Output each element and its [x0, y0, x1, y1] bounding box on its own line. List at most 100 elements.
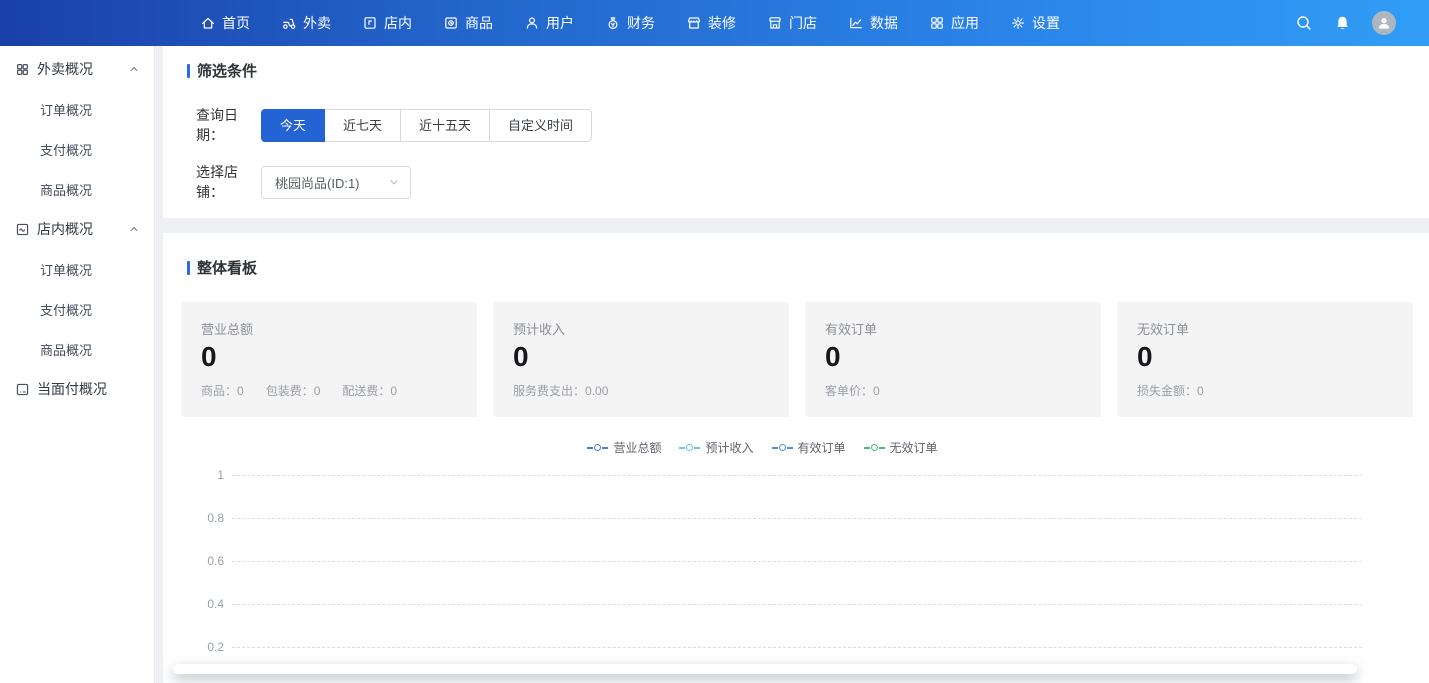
sidebar-group-instore-overview[interactable]: 店内概况	[0, 209, 154, 249]
nav-item-instore[interactable]: 店内	[362, 13, 412, 33]
stores-icon	[767, 15, 783, 31]
grid-icon	[15, 62, 30, 77]
date-filter-label: 查询日期：	[196, 105, 261, 145]
stat-title: 营业总额	[201, 319, 457, 338]
nav-item-settings[interactable]: 设置	[1010, 13, 1060, 33]
stat-details: 商品：0 包装费：0 配送费：0	[201, 382, 457, 399]
shop-select[interactable]: 桃园尚品(ID:1)	[261, 166, 411, 199]
stat-card-row: 营业总额 0 商品：0 包装费：0 配送费：0 预计收入 0 服务费支出：0.0…	[181, 302, 1413, 417]
date-range-button-group: 今天 近七天 近十五天 自定义时间	[261, 109, 592, 142]
stat-card-valid-orders: 有效订单 0 客单价：0	[805, 302, 1101, 417]
date-option-custom-button[interactable]: 自定义时间	[489, 109, 592, 142]
nav-item-home[interactable]: 首页	[200, 13, 250, 33]
overview-board-section: 整体看板 营业总额 0 商品：0 包装费：0 配送费：0 预计收入 0 服务费支…	[163, 233, 1429, 683]
users-icon	[524, 15, 540, 31]
bell-icon[interactable]	[1334, 15, 1351, 32]
date-option-7days-button[interactable]: 近七天	[324, 109, 401, 142]
y-tick-label: 0.4	[200, 597, 232, 611]
shop-filter-row: 选择店铺： 桃园尚品(ID:1)	[196, 162, 1429, 202]
nav-item-data[interactable]: 数据	[848, 13, 898, 33]
stat-card-invalid-orders: 无效订单 0 损失金额：0	[1117, 302, 1413, 417]
y-tick-label: 0.8	[200, 511, 232, 525]
sidebar-group-takeaway-overview[interactable]: 外卖概况	[0, 49, 154, 89]
sidebar-group-label: 店内概况	[37, 219, 128, 239]
nav-item-goods[interactable]: 商品	[443, 13, 493, 33]
takeaway-icon	[281, 15, 297, 31]
instore-icon	[362, 15, 378, 31]
sidebar-item-instore-payments[interactable]: 支付概况	[0, 289, 154, 329]
nav-item-apps[interactable]: 应用	[929, 13, 979, 33]
section-accent-bar	[187, 64, 190, 78]
y-gridline: 0.2	[200, 640, 1362, 654]
y-gridline: 0.8	[200, 511, 1362, 525]
stat-title: 有效订单	[825, 319, 1081, 338]
nav-item-decorate[interactable]: 装修	[686, 13, 736, 33]
date-option-today-button[interactable]: 今天	[261, 109, 325, 142]
date-option-15days-button[interactable]: 近十五天	[400, 109, 490, 142]
stat-title: 无效订单	[1137, 319, 1393, 338]
nav-menu: 首页 外卖 店内 商品 用户 财务 装修 门店	[200, 0, 1060, 46]
nav-item-takeaway[interactable]: 外卖	[281, 13, 331, 33]
navbar-right	[1295, 0, 1396, 46]
shop-select-value: 桃园尚品(ID:1)	[275, 173, 360, 192]
line-marker-icon	[679, 444, 700, 451]
stat-card-revenue: 营业总额 0 商品：0 包装费：0 配送费：0	[181, 302, 477, 417]
y-tick-label: 1	[200, 468, 232, 482]
data-icon	[848, 15, 864, 31]
sidebar-item-takeaway-goods[interactable]: 商品概况	[0, 169, 154, 209]
nav-label: 首页	[222, 13, 250, 33]
nav-label: 设置	[1032, 13, 1060, 33]
nav-item-stores[interactable]: 门店	[767, 13, 817, 33]
nav-label: 数据	[870, 13, 898, 33]
nav-label: 店内	[384, 13, 412, 33]
stat-details: 损失金额：0	[1137, 382, 1393, 399]
nav-item-users[interactable]: 用户	[524, 13, 574, 33]
stat-value: 0	[513, 341, 769, 373]
chevron-down-icon	[388, 176, 400, 188]
legend-item-expected-income[interactable]: 预计收入	[679, 439, 753, 456]
stat-details: 服务费支出：0.00	[513, 382, 769, 399]
goods-icon	[443, 15, 459, 31]
y-tick-label: 0.2	[200, 640, 232, 654]
stat-details: 客单价：0	[825, 382, 1081, 399]
legend-item-valid-orders[interactable]: 有效订单	[772, 439, 846, 456]
avatar[interactable]	[1372, 11, 1396, 35]
search-icon[interactable]	[1295, 14, 1313, 32]
finance-icon	[605, 15, 621, 31]
nav-label: 装修	[708, 13, 736, 33]
sidebar-item-takeaway-payments[interactable]: 支付概况	[0, 129, 154, 169]
stat-value: 0	[201, 341, 457, 373]
date-filter-row: 查询日期： 今天 近七天 近十五天 自定义时间	[196, 105, 1429, 145]
shop-filter-label: 选择店铺：	[196, 162, 261, 202]
card-bottom-shadow	[173, 664, 1357, 674]
chart-legend: 营业总额 预计收入 有效订单 无效订单	[163, 439, 1362, 456]
nav-label: 商品	[465, 13, 493, 33]
legend-item-invalid-orders[interactable]: 无效订单	[864, 439, 938, 456]
nav-label: 用户	[546, 13, 574, 33]
stat-value: 0	[825, 341, 1081, 373]
section-accent-bar	[187, 261, 190, 275]
decorate-icon	[686, 15, 702, 31]
nav-label: 应用	[951, 13, 979, 33]
chevron-up-icon	[128, 63, 140, 75]
facepay-icon	[15, 382, 30, 397]
sidebar-item-takeaway-orders[interactable]: 订单概况	[0, 89, 154, 129]
line-marker-icon	[772, 444, 793, 451]
y-gridline: 1	[200, 468, 1362, 482]
filter-section-title: 筛选条件	[187, 46, 1429, 81]
stat-card-expected-income: 预计收入 0 服务费支出：0.00	[493, 302, 789, 417]
nav-label: 财务	[627, 13, 655, 33]
sidebar-item-instore-orders[interactable]: 订单概况	[0, 249, 154, 289]
legend-item-revenue[interactable]: 营业总额	[587, 439, 661, 456]
sidebar-group-facepay-overview[interactable]: 当面付概况	[0, 369, 154, 409]
nav-item-finance[interactable]: 财务	[605, 13, 655, 33]
chart-square-icon	[15, 222, 30, 237]
nav-label: 外卖	[303, 13, 331, 33]
board-section-title: 整体看板	[187, 233, 1429, 278]
top-navbar: 首页 外卖 店内 商品 用户 财务 装修 门店	[0, 0, 1429, 46]
line-marker-icon	[587, 444, 608, 451]
filter-section: 筛选条件 查询日期： 今天 近七天 近十五天 自定义时间 选择店铺： 桃园尚品(…	[163, 46, 1429, 218]
y-gridline: 0.6	[200, 554, 1362, 568]
sidebar-item-instore-goods[interactable]: 商品概况	[0, 329, 154, 369]
sidebar-group-label: 外卖概况	[37, 59, 128, 79]
